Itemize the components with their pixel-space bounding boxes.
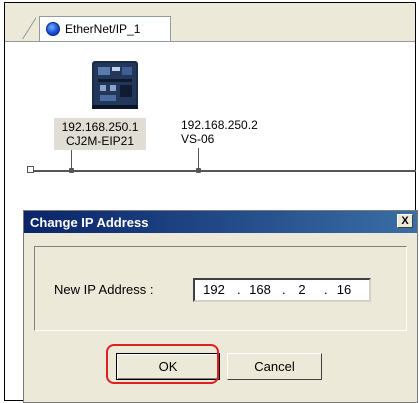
new-ip-address-label: New IP Address : [54,282,154,297]
close-button[interactable]: X [397,214,413,228]
ok-button[interactable]: OK [116,353,220,380]
cancel-button[interactable]: Cancel [227,353,322,380]
dialog-titlebar[interactable]: Change IP Address X [24,211,417,233]
node-1-label[interactable]: 192.168.250.1 CJ2M-EIP21 [54,118,146,150]
dialog-title: Change IP Address [30,215,149,230]
node-2-label[interactable]: 192.168.250.2 VS-06 [181,118,258,146]
plc-module-icon[interactable] [88,55,144,111]
ip-separator: . [237,282,241,297]
ip-octet-3[interactable]: 2 [285,282,319,297]
ip-octet-4[interactable]: 16 [327,282,361,297]
ethernet-bus-line [33,170,416,172]
ip-address-input[interactable]: 192 . 168 . 2 . 16 [193,278,371,302]
node-2-ip: 192.168.250.2 [181,118,258,132]
ip-octet-2[interactable]: 168 [243,282,277,297]
tab-notch [22,16,36,39]
change-ip-dialog: Change IP Address X [23,210,418,403]
node-1-ip: 192.168.250.1 [61,120,139,134]
bus-terminator-icon [27,166,34,173]
tab-ethernet-ip-1[interactable]: EtherNet/IP_1 [39,16,171,41]
node-2-name: VS-06 [181,132,215,146]
network-globe-icon [46,22,60,36]
ip-octet-1[interactable]: 192 [197,282,231,297]
tab-label: EtherNet/IP_1 [65,22,141,36]
tab-strip: EtherNet/IP_1 [5,3,415,42]
node-1-name: CJ2M-EIP21 [65,134,135,148]
